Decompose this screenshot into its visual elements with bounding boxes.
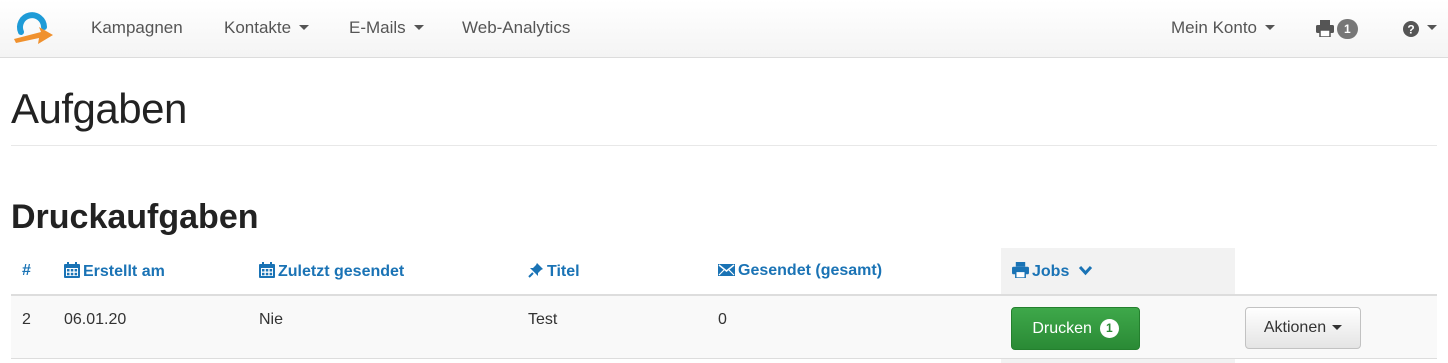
print-job-count-badge: 1 xyxy=(1099,319,1119,338)
caret-down-icon xyxy=(1427,25,1437,31)
calendar-icon xyxy=(64,262,80,278)
envelope-icon xyxy=(718,264,735,276)
nav-web-analytics-label: Web-Analytics xyxy=(462,18,571,37)
printer-icon xyxy=(1012,262,1029,279)
table-row-divider xyxy=(11,358,1437,359)
col-header-title-label: Titel xyxy=(547,263,580,280)
col-header-title[interactable]: Titel xyxy=(528,262,580,281)
cell-sent-total: 0 xyxy=(718,311,727,328)
col-header-created-label: Erstellt am xyxy=(83,263,165,280)
calendar-icon xyxy=(259,262,275,278)
print-button-label: Drucken xyxy=(1032,319,1092,337)
nav-kontakte-dropdown[interactable]: Kontakte xyxy=(224,0,310,55)
col-header-created[interactable]: Erstellt am xyxy=(64,262,165,281)
col-header-sent-total[interactable]: Gesendet (gesamt) xyxy=(718,262,882,280)
caret-down-icon xyxy=(1265,25,1275,31)
col-header-last-sent[interactable]: Zuletzt gesendet xyxy=(259,262,404,281)
nav-account-label: Mein Konto xyxy=(1171,18,1257,37)
printer-icon xyxy=(1316,20,1334,38)
cell-last-sent: Nie xyxy=(259,311,284,328)
nav-web-analytics[interactable]: Web-Analytics xyxy=(462,0,570,55)
col-header-last-sent-label: Zuletzt gesendet xyxy=(278,263,405,280)
actions-button-label: Aktionen xyxy=(1263,319,1327,336)
col-header-jobs[interactable]: Jobs xyxy=(1012,262,1096,281)
nav-kampagnen-label: Kampagnen xyxy=(91,18,183,37)
caret-down-icon xyxy=(299,25,310,31)
cell-id: 2 xyxy=(22,311,31,328)
nav-emails-dropdown[interactable]: E-Mails xyxy=(349,0,424,55)
chevron-down-icon xyxy=(1078,265,1092,276)
caret-down-icon xyxy=(1332,324,1343,330)
print-button[interactable]: Drucken 1 xyxy=(1011,307,1140,350)
nav-account-dropdown[interactable]: Mein Konto xyxy=(1171,0,1275,55)
col-header-id-label: # xyxy=(22,262,31,279)
nav-print-queue[interactable]: 1 xyxy=(1316,0,1358,55)
svg-text:?: ? xyxy=(1407,22,1414,36)
col-header-id[interactable]: # xyxy=(22,262,31,280)
caret-down-icon xyxy=(413,25,424,31)
brand-logo-icon[interactable] xyxy=(11,5,55,45)
pin-icon xyxy=(528,263,543,278)
cell-created: 06.01.20 xyxy=(64,311,127,328)
question-circle-icon: ? xyxy=(1403,20,1419,37)
col-header-jobs-label: Jobs xyxy=(1032,263,1070,280)
col-header-sent-total-label: Gesendet (gesamt) xyxy=(738,262,883,279)
top-navbar: Kampagnen Kontakte E-Mails Web-Analytics… xyxy=(0,0,1448,58)
nav-emails-label: E-Mails xyxy=(349,18,406,37)
section-title: Druckaufgaben xyxy=(11,198,259,236)
title-divider xyxy=(11,145,1437,146)
nav-kontakte-label: Kontakte xyxy=(224,18,292,37)
nav-help-dropdown[interactable]: ? xyxy=(1403,0,1437,55)
actions-dropdown-button[interactable]: Aktionen xyxy=(1245,307,1361,349)
page-title: Aufgaben xyxy=(11,85,187,132)
nav-kampagnen[interactable]: Kampagnen xyxy=(91,0,183,55)
print-count-badge: 1 xyxy=(1337,18,1358,39)
cell-title: Test xyxy=(528,311,558,328)
